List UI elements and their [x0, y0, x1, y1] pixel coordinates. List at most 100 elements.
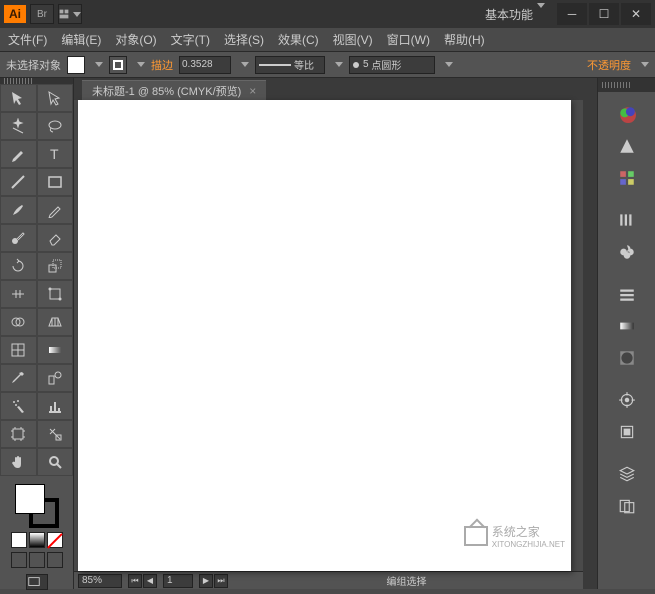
menu-view[interactable]: 视图(V): [333, 31, 373, 48]
menu-type[interactable]: 文字(T): [171, 31, 210, 48]
eyedropper-tool[interactable]: [0, 364, 37, 392]
last-artboard-button[interactable]: ⏭: [214, 574, 228, 588]
stroke-panel-button[interactable]: [607, 280, 647, 308]
hand-tool[interactable]: [0, 448, 37, 476]
fill-indicator[interactable]: [15, 484, 45, 514]
brushes-panel-button[interactable]: [607, 206, 647, 234]
color-mode-button[interactable]: [11, 532, 27, 548]
blob-brush-tool[interactable]: [0, 224, 37, 252]
tools-panel: T: [0, 78, 74, 589]
line-preview-icon: [259, 64, 291, 66]
width-tool[interactable]: [0, 280, 37, 308]
control-bar: 未选择对象 描边 0.3528 等比 5 点圆形 不透明度: [0, 52, 655, 78]
chevron-down-icon[interactable]: [241, 62, 249, 67]
rotate-tool[interactable]: [0, 252, 37, 280]
minimize-button[interactable]: ─: [557, 3, 587, 25]
blend-tool[interactable]: [37, 364, 74, 392]
bridge-button[interactable]: Br: [30, 4, 54, 24]
title-bar: Ai Br 基本功能 ─ ☐ ✕: [0, 0, 655, 28]
none-mode-button[interactable]: [47, 532, 63, 548]
lasso-tool[interactable]: [37, 112, 74, 140]
free-transform-tool[interactable]: [37, 280, 74, 308]
next-artboard-button[interactable]: ▶: [199, 574, 213, 588]
panel-dock-grip[interactable]: [598, 78, 655, 92]
graph-tool[interactable]: [37, 392, 74, 420]
stroke-label[interactable]: 描边: [151, 57, 173, 73]
workspace-label: 基本功能: [485, 8, 533, 22]
layers-panel-button[interactable]: [607, 460, 647, 488]
pen-tool[interactable]: [0, 140, 37, 168]
gradient-mode-button[interactable]: [29, 532, 45, 548]
mesh-tool[interactable]: [0, 336, 37, 364]
menu-effect[interactable]: 效果(C): [278, 31, 319, 48]
zoom-level-select[interactable]: 85%: [78, 574, 122, 588]
chevron-down-icon: [95, 62, 103, 67]
draw-normal-button[interactable]: [11, 552, 27, 568]
watermark: 系统之家 XITONGZHIJIA.NET: [464, 523, 565, 549]
direct-selection-tool[interactable]: [37, 84, 74, 112]
perspective-grid-tool[interactable]: [37, 308, 74, 336]
magic-wand-tool[interactable]: [0, 112, 37, 140]
document-tab-title: 未标题-1 @ 85% (CMYK/预览): [92, 83, 241, 99]
menu-help[interactable]: 帮助(H): [444, 31, 485, 48]
maximize-button[interactable]: ☐: [589, 3, 619, 25]
pencil-tool[interactable]: [37, 196, 74, 224]
artboards-panel-button[interactable]: [607, 492, 647, 520]
slice-tool[interactable]: [37, 420, 74, 448]
zoom-tool[interactable]: [37, 448, 74, 476]
chevron-down-icon: [137, 62, 145, 67]
chevron-down-icon[interactable]: [445, 62, 453, 67]
type-tool[interactable]: T: [37, 140, 74, 168]
menu-edit[interactable]: 编辑(E): [61, 31, 101, 48]
variable-width-profile-select[interactable]: 等比: [255, 56, 325, 74]
draw-behind-button[interactable]: [29, 552, 45, 568]
symbols-panel-button[interactable]: [607, 238, 647, 266]
artboard-number-input[interactable]: 1: [163, 574, 193, 588]
vertical-scrollbar[interactable]: [583, 78, 597, 589]
close-icon[interactable]: ×: [249, 84, 256, 98]
symbol-sprayer-tool[interactable]: [0, 392, 37, 420]
menu-window[interactable]: 窗口(W): [387, 31, 430, 48]
artboard-tool[interactable]: [0, 420, 37, 448]
first-artboard-button[interactable]: ⏮: [128, 574, 142, 588]
color-guide-panel-button[interactable]: [607, 132, 647, 160]
fill-stroke-indicator[interactable]: [15, 484, 59, 528]
svg-text:T: T: [50, 146, 59, 162]
draw-inside-button[interactable]: [47, 552, 63, 568]
fill-color-swatch[interactable]: [67, 56, 85, 74]
transparency-panel-button[interactable]: [607, 344, 647, 372]
selection-tool[interactable]: [0, 84, 37, 112]
document-tab[interactable]: 未标题-1 @ 85% (CMYK/预览) ×: [82, 80, 266, 100]
workspace-switcher[interactable]: 基本功能: [485, 6, 545, 23]
eraser-tool[interactable]: [37, 224, 74, 252]
brush-definition-select[interactable]: 5 点圆形: [349, 56, 435, 74]
stroke-color-swatch[interactable]: [109, 56, 127, 74]
chevron-down-icon[interactable]: [641, 62, 649, 67]
chevron-down-icon: [537, 3, 545, 22]
stroke-weight-input[interactable]: 0.3528: [179, 56, 231, 74]
line-tool[interactable]: [0, 168, 37, 196]
graphic-styles-panel-button[interactable]: [607, 418, 647, 446]
artboard-canvas[interactable]: [78, 100, 571, 571]
menu-object[interactable]: 对象(O): [115, 31, 156, 48]
app-logo-icon: Ai: [4, 5, 26, 23]
gradient-tool[interactable]: [37, 336, 74, 364]
gradient-panel-button[interactable]: [607, 312, 647, 340]
menu-select[interactable]: 选择(S): [224, 31, 264, 48]
screen-mode-button[interactable]: [26, 574, 48, 590]
rectangle-tool[interactable]: [37, 168, 74, 196]
close-button[interactable]: ✕: [621, 3, 651, 25]
color-panel-button[interactable]: [607, 100, 647, 128]
prev-artboard-button[interactable]: ◀: [143, 574, 157, 588]
opacity-label[interactable]: 不透明度: [587, 57, 631, 73]
document-tabs: 未标题-1 @ 85% (CMYK/预览) ×: [74, 78, 583, 100]
paintbrush-tool[interactable]: [0, 196, 37, 224]
menu-file[interactable]: 文件(F): [8, 31, 47, 48]
chevron-down-icon[interactable]: [335, 62, 343, 67]
swatches-panel-button[interactable]: [607, 164, 647, 192]
appearance-panel-button[interactable]: [607, 386, 647, 414]
arrange-documents-button[interactable]: [58, 4, 82, 24]
shape-builder-tool[interactable]: [0, 308, 37, 336]
status-tool-label: 编组选择: [387, 573, 427, 588]
scale-tool[interactable]: [37, 252, 74, 280]
